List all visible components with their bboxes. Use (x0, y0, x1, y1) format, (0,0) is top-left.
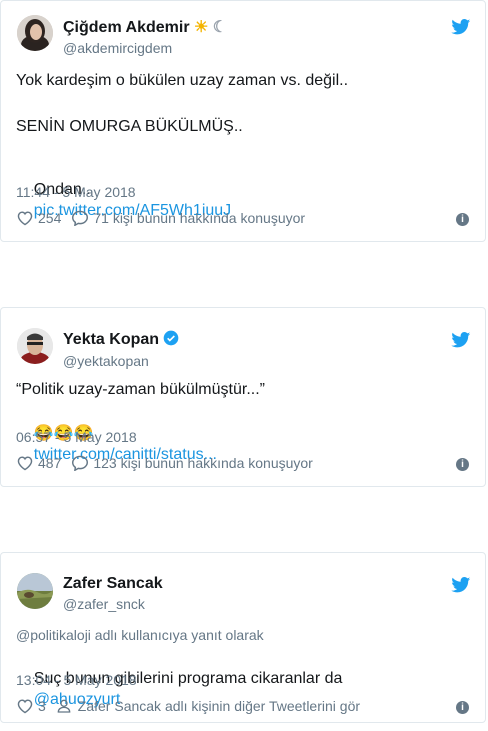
tweet-actions: 3 Zafer Sancak adlı kişinin diğer Tweetl… (16, 698, 360, 714)
author-name[interactable]: Yekta Kopan (63, 330, 179, 349)
timestamp[interactable]: 06:57 - 5 May 2018 (16, 429, 137, 445)
info-icon[interactable]: i (456, 213, 469, 226)
reply-bubble-icon (72, 210, 89, 226)
tweet-text-line: “Politik uzay-zaman bükülmüştür...” (16, 381, 265, 398)
reply-bubble-icon (72, 455, 89, 471)
author-handle[interactable]: @yektakopan (63, 353, 149, 369)
author-name[interactable]: Çiğdem Akdemir ☀ ☾ (63, 17, 227, 37)
like-count: 487 (38, 455, 62, 471)
tweet-card-3: Zafer Sancak @zafer_snck @politikaloji a… (0, 552, 486, 723)
reply-button[interactable]: 71 kişi bunun hakkında konuşuyor (71, 210, 305, 226)
timestamp[interactable]: 13:04 - 5 May 2018 (16, 672, 137, 688)
reply-count: 123 kişi bunun hakkında konuşuyor (93, 455, 313, 471)
reply-context[interactable]: @politikaloji adlı kullanıcıya yanıt ola… (16, 627, 264, 643)
tweet-text-line: Yok kardeşim o bükülen uzay zaman vs. de… (16, 72, 349, 89)
heart-icon (17, 699, 33, 714)
tweet-card-1: Çiğdem Akdemir ☀ ☾ @akdemircigdem Yok ka… (0, 0, 486, 242)
tweet-actions: 254 71 kişi bunun hakkında konuşuyor (16, 210, 305, 226)
like-button[interactable]: 254 (16, 210, 61, 226)
info-icon[interactable]: i (456, 458, 469, 471)
timestamp[interactable]: 11:44 - 5 May 2018 (16, 184, 136, 200)
moon-icon: ☾ (212, 19, 228, 36)
tweet-actions: 487 123 kişi bunun hakkında konuşuyor (16, 455, 313, 471)
reply-button[interactable]: 123 kişi bunun hakkında konuşuyor (71, 455, 313, 471)
tweet-card-2: Yekta Kopan @yektakopan “Politik uzay-za… (0, 307, 486, 487)
like-button[interactable]: 3 (16, 698, 46, 714)
tweet-text-line: SENİN OMURGA BÜKÜLMÜŞ.. (16, 118, 243, 135)
author-handle[interactable]: @akdemircigdem (63, 40, 172, 56)
like-button[interactable]: 487 (16, 455, 61, 471)
tweet-text-line: Suç bunun gibilerini programa cikaranlar… (33, 670, 343, 708)
author-name[interactable]: Zafer Sancak (63, 575, 163, 593)
like-count: 254 (38, 210, 62, 226)
twitter-bird-icon[interactable] (451, 577, 471, 593)
sun-icon: ☀ (194, 19, 209, 36)
more-tweets-link[interactable]: Zafer Sancak adlı kişinin diğer Tweetler… (56, 698, 360, 714)
heart-icon (17, 211, 33, 226)
verified-badge-icon (164, 330, 179, 346)
like-count: 3 (38, 698, 46, 714)
author-handle[interactable]: @zafer_snck (63, 596, 145, 612)
tweet-text-line: Ondan.. pic.twitter.com/AF5Wh1iuuJ (33, 181, 232, 219)
avatar[interactable] (17, 573, 53, 609)
person-icon (57, 699, 71, 713)
more-tweets-text: Zafer Sancak adlı kişinin diğer Tweetler… (77, 698, 361, 714)
heart-icon (17, 456, 33, 471)
avatar[interactable] (17, 328, 53, 364)
avatar[interactable] (17, 15, 53, 51)
info-icon[interactable]: i (456, 701, 469, 714)
twitter-bird-icon[interactable] (451, 19, 471, 35)
twitter-bird-icon[interactable] (451, 332, 471, 348)
reply-count: 71 kişi bunun hakkında konuşuyor (93, 210, 306, 226)
